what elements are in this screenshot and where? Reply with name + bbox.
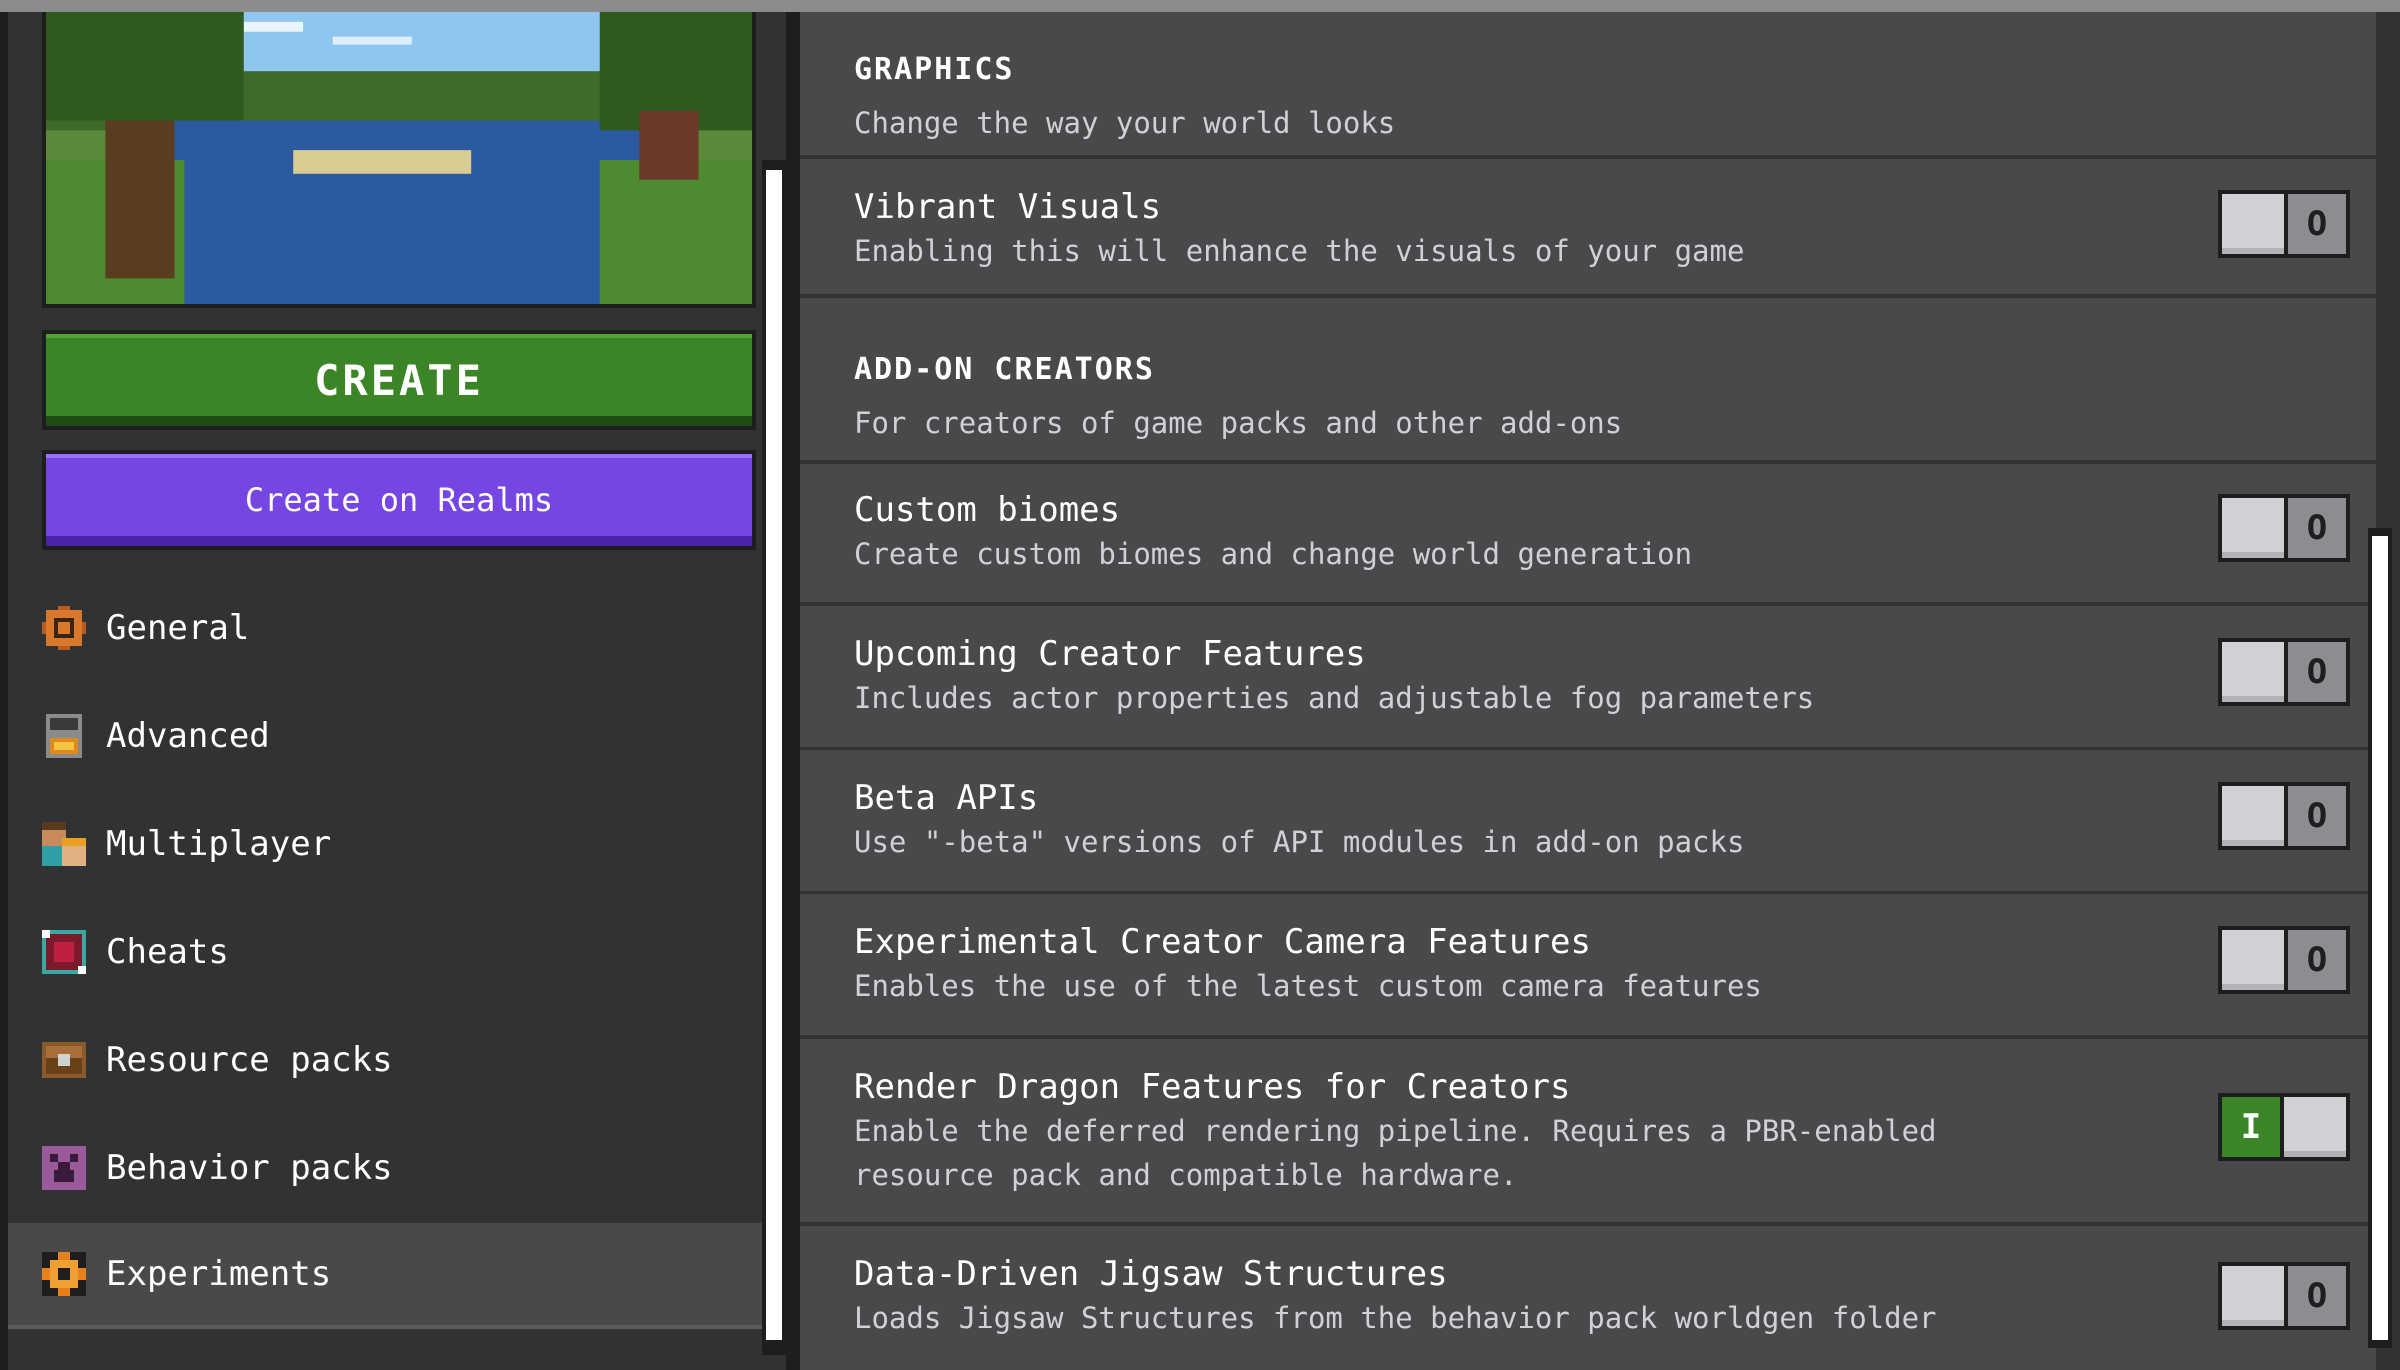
setting-description: Includes actor properties and adjustable… xyxy=(854,681,1815,715)
setting-description: Enables the use of the latest custom cam… xyxy=(854,969,1762,1003)
section-title: ADD-ON CREATORS xyxy=(854,352,1155,387)
setting-row: Experimental Creator Camera Features Ena… xyxy=(800,894,2376,1035)
create-on-realms-button[interactable]: Create on Realms xyxy=(42,450,756,550)
nav-item-experiments[interactable]: Experiments xyxy=(8,1223,764,1329)
section-subtitle: For creators of game packs and other add… xyxy=(854,406,1623,440)
creator-camera-toggle[interactable]: O xyxy=(2218,926,2350,994)
nav-label-behavior-packs: Behavior packs xyxy=(106,1148,393,1188)
section-subtitle: Change the way your world looks xyxy=(854,106,1396,140)
nav-label-cheats: Cheats xyxy=(106,932,229,972)
section-addon-creators: ADD-ON CREATORS For creators of game pac… xyxy=(800,298,2376,460)
gear-icon xyxy=(42,606,86,650)
setting-title: Experimental Creator Camera Features xyxy=(854,922,1591,962)
panel-divider xyxy=(786,12,800,1370)
setting-title: Vibrant Visuals xyxy=(854,187,1162,227)
chest-icon xyxy=(42,1038,86,1082)
setting-description: Enabling this will enhance the visuals o… xyxy=(854,234,1745,268)
setting-title: Data-Driven Jigsaw Structures xyxy=(854,1254,1448,1294)
sidebar-scrollbar-thumb[interactable] xyxy=(766,170,782,1340)
toggle-off-mark: O xyxy=(2306,204,2328,244)
left-edge xyxy=(0,12,8,1370)
setting-description: Create custom biomes and change world ge… xyxy=(854,537,1693,571)
nav-label-experiments: Experiments xyxy=(106,1254,332,1294)
vibrant-visuals-toggle[interactable]: O xyxy=(2218,190,2350,258)
title-bar xyxy=(0,0,2400,12)
settings-scrollbar-thumb[interactable] xyxy=(2372,536,2388,1340)
nav-label-advanced: Advanced xyxy=(106,716,270,756)
creeper-icon xyxy=(42,1146,86,1190)
nav-item-advanced[interactable]: Advanced xyxy=(8,683,764,789)
setting-title: Custom biomes xyxy=(854,490,1121,530)
create-button[interactable]: CREATE xyxy=(42,330,756,430)
toggle-off-mark: O xyxy=(2306,796,2328,836)
setting-row: Data-Driven Jigsaw Structures Loads Jigs… xyxy=(800,1226,2376,1370)
setting-description: Enable the deferred rendering pipeline. … xyxy=(854,1114,1937,1148)
setting-description: Use "-beta" versions of API modules in a… xyxy=(854,825,1745,859)
upcoming-creator-features-toggle[interactable]: O xyxy=(2218,638,2350,706)
setting-row: Vibrant Visuals Enabling this will enhan… xyxy=(800,159,2376,294)
toggle-off-mark: O xyxy=(2306,940,2328,980)
setting-row: Beta APIs Use "-beta" versions of API mo… xyxy=(800,750,2376,891)
advanced-icon xyxy=(42,714,86,758)
nav-item-multiplayer[interactable]: Multiplayer xyxy=(8,791,764,897)
setting-row: Render Dragon Features for Creators Enab… xyxy=(800,1039,2376,1222)
custom-biomes-toggle[interactable]: O xyxy=(2218,494,2350,562)
toggle-off-mark: O xyxy=(2306,1276,2328,1316)
experiments-icon xyxy=(42,1252,86,1296)
nav-item-general[interactable]: General xyxy=(8,575,764,681)
nav-item-cheats[interactable]: Cheats xyxy=(8,899,764,1005)
setting-row: Custom biomes Create custom biomes and c… xyxy=(800,464,2376,602)
players-icon xyxy=(42,822,86,866)
nav-label-resource-packs: Resource packs xyxy=(106,1040,393,1080)
toggle-off-mark: O xyxy=(2306,508,2328,548)
toggle-off-mark: O xyxy=(2306,652,2328,692)
nav-item-resource-packs[interactable]: Resource packs xyxy=(8,1007,764,1113)
setting-title: Upcoming Creator Features xyxy=(854,634,1366,674)
setting-description-continued: resource pack and compatible hardware. xyxy=(854,1158,1518,1192)
setting-title: Beta APIs xyxy=(854,778,1039,818)
setting-description: Loads Jigsaw Structures from the behavio… xyxy=(854,1301,1937,1335)
section-graphics: GRAPHICS Change the way your world looks xyxy=(800,12,2376,155)
jigsaw-structures-toggle[interactable]: O xyxy=(2218,1262,2350,1330)
setting-row: Upcoming Creator Features Includes actor… xyxy=(800,606,2376,747)
cheats-icon xyxy=(42,930,86,974)
beta-apis-toggle[interactable]: O xyxy=(2218,782,2350,850)
nav-label-general: General xyxy=(106,608,250,648)
nav-item-behavior-packs[interactable]: Behavior packs xyxy=(8,1115,764,1221)
toggle-on-mark: I xyxy=(2240,1107,2262,1147)
nav-label-multiplayer: Multiplayer xyxy=(106,824,332,864)
world-preview-image xyxy=(42,12,756,308)
section-title: GRAPHICS xyxy=(854,52,1015,87)
setting-title: Render Dragon Features for Creators xyxy=(854,1067,1571,1107)
render-dragon-toggle[interactable]: I xyxy=(2218,1093,2350,1161)
